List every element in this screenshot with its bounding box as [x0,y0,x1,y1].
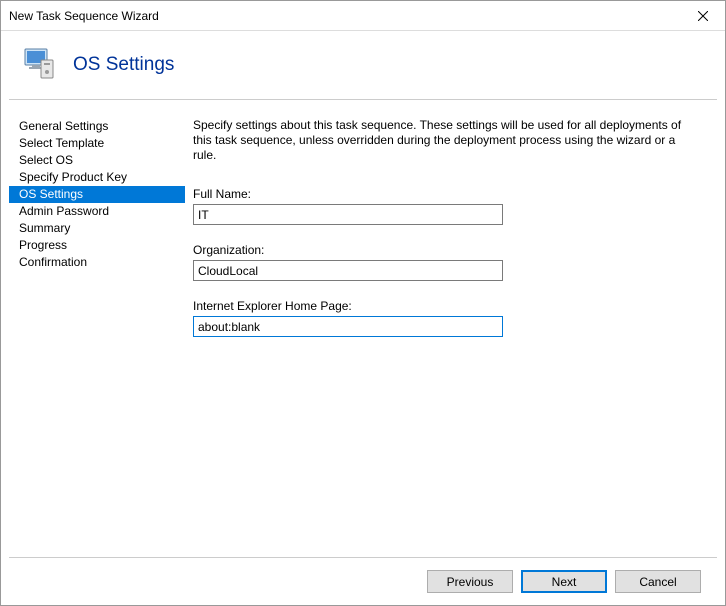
sidebar-item-specify-product-key[interactable]: Specify Product Key [9,169,185,186]
close-button[interactable] [680,1,725,30]
field-full-name: Full Name: [193,187,687,225]
wizard-steps-sidebar: General Settings Select Template Select … [9,112,185,557]
computer-icon [21,46,59,84]
cancel-button[interactable]: Cancel [615,570,701,593]
sidebar-item-admin-password[interactable]: Admin Password [9,203,185,220]
titlebar: New Task Sequence Wizard [1,1,725,31]
next-button[interactable]: Next [521,570,607,593]
full-name-input[interactable] [193,204,503,225]
sidebar-item-summary[interactable]: Summary [9,220,185,237]
organization-input[interactable] [193,260,503,281]
wizard-main-panel: Specify settings about this task sequenc… [185,112,717,557]
sidebar-item-select-os[interactable]: Select OS [9,152,185,169]
window-title: New Task Sequence Wizard [9,9,159,23]
sidebar-item-progress[interactable]: Progress [9,237,185,254]
full-name-label: Full Name: [193,187,687,201]
instruction-text: Specify settings about this task sequenc… [193,118,687,163]
wizard-header: OS Settings [1,31,725,99]
ie-home-input[interactable] [193,316,503,337]
wizard-footer: Previous Next Cancel [9,557,717,605]
wizard-content: General Settings Select Template Select … [1,100,725,557]
organization-label: Organization: [193,243,687,257]
field-ie-home: Internet Explorer Home Page: [193,299,687,337]
sidebar-item-select-template[interactable]: Select Template [9,135,185,152]
close-icon [698,11,708,21]
sidebar-item-general-settings[interactable]: General Settings [9,118,185,135]
ie-home-label: Internet Explorer Home Page: [193,299,687,313]
previous-button[interactable]: Previous [427,570,513,593]
sidebar-item-confirmation[interactable]: Confirmation [9,254,185,271]
sidebar-item-os-settings[interactable]: OS Settings [9,186,185,203]
field-organization: Organization: [193,243,687,281]
page-title: OS Settings [73,54,174,76]
